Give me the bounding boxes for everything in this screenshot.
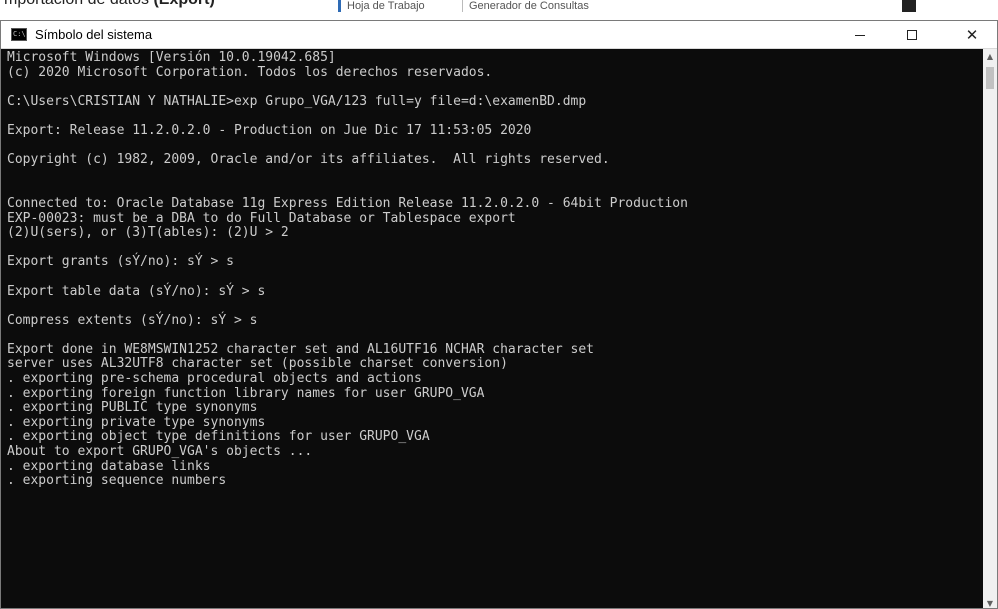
console-line: Connected to: Oracle Database 11g Expres… bbox=[7, 195, 688, 211]
console-line: . exporting foreign function library nam… bbox=[7, 385, 485, 401]
console-line: Export table data (sÝ/no): sÝ > s bbox=[7, 283, 266, 299]
minimize-icon bbox=[855, 34, 865, 36]
console-line: Microsoft Windows [Versión 10.0.19042.68… bbox=[7, 50, 336, 65]
scroll-down-arrow-icon[interactable]: ▼ bbox=[983, 596, 997, 608]
vertical-scrollbar[interactable]: ▲ ▼ bbox=[983, 49, 997, 608]
console-line: . exporting object type definitions for … bbox=[7, 429, 430, 445]
console-output[interactable]: Microsoft Windows [Versión 10.0.19042.68… bbox=[1, 49, 983, 608]
console-line: . exporting pre-schema procedural object… bbox=[7, 371, 422, 387]
maximize-icon bbox=[907, 30, 917, 40]
close-button[interactable]: ✕ bbox=[949, 21, 995, 49]
console-line: C:\Users\CRISTIAN Y NATHALIE>exp Grupo_V… bbox=[7, 93, 587, 109]
close-icon: ✕ bbox=[965, 25, 979, 44]
minimize-button[interactable] bbox=[837, 21, 883, 49]
background-tab-query-builder: Generador de Consultas bbox=[462, 0, 595, 12]
console-line: (2)U(sers), or (3)T(ables): (2)U > 2 bbox=[7, 225, 289, 241]
console-line: . exporting database links bbox=[7, 458, 211, 474]
console-line: Copyright (c) 1982, 2009, Oracle and/or … bbox=[7, 152, 610, 168]
console-line: server uses AL32UTF8 character set (poss… bbox=[7, 356, 508, 372]
console-line: Export grants (sÝ/no): sÝ > s bbox=[7, 254, 234, 270]
console-line: . exporting private type synonyms bbox=[7, 414, 266, 430]
scroll-up-arrow-icon[interactable]: ▲ bbox=[983, 49, 997, 63]
title-bar[interactable]: C:\ Símbolo del sistema ✕ bbox=[1, 21, 997, 49]
console-line: . exporting sequence numbers bbox=[7, 473, 227, 489]
console-line: EXP-00023: must be a DBA to do Full Data… bbox=[7, 210, 516, 226]
background-doc-heading: mportación de datos (Export) bbox=[4, 0, 215, 9]
console-line: About to export GRUPO_VGA's objects ... bbox=[7, 444, 313, 460]
maximize-button[interactable] bbox=[889, 21, 935, 49]
console-line: Compress extents (sÝ/no): sÝ > s bbox=[7, 312, 258, 328]
console-line: . exporting PUBLIC type synonyms bbox=[7, 400, 258, 416]
cmd-icon: C:\ bbox=[11, 28, 27, 41]
console-line: Export: Release 11.2.0.2.0 - Production … bbox=[7, 122, 532, 138]
background-tab-worksheet: Hoja de Trabajo bbox=[338, 0, 431, 12]
window-title: Símbolo del sistema bbox=[35, 27, 153, 42]
background-dark-block bbox=[902, 0, 916, 12]
console-line: Export done in WE8MSWIN1252 character se… bbox=[7, 341, 594, 357]
background-document: mportación de datos (Export) Hoja de Tra… bbox=[0, 0, 998, 20]
scrollbar-thumb[interactable] bbox=[986, 67, 994, 89]
console-line: (c) 2020 Microsoft Corporation. Todos lo… bbox=[7, 64, 493, 80]
command-prompt-window: C:\ Símbolo del sistema ✕ Microsoft Wind… bbox=[0, 20, 998, 609]
